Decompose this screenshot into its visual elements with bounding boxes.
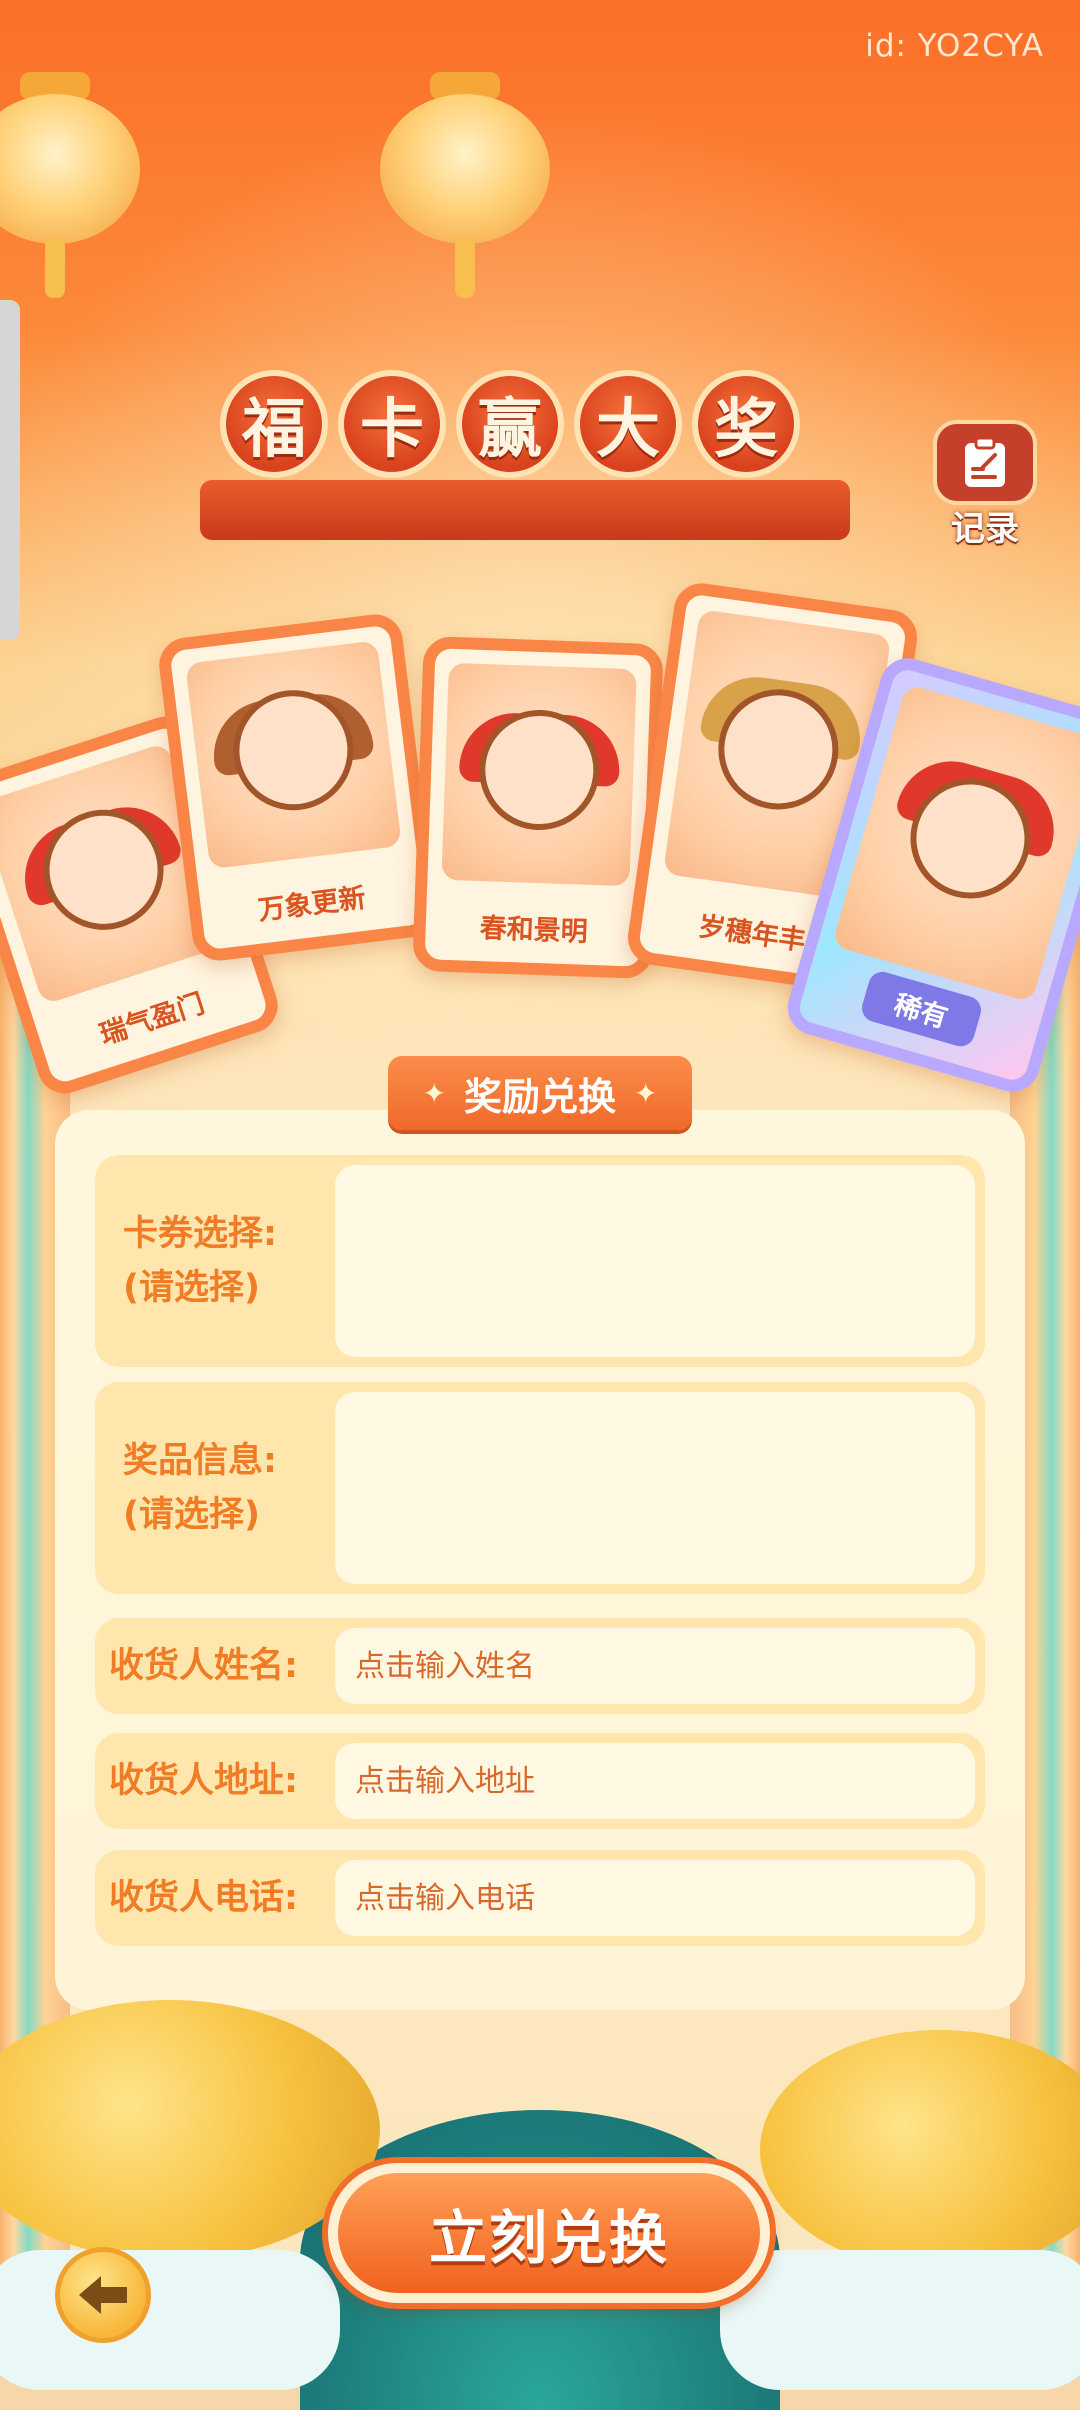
- back-arrow-icon: [79, 2276, 127, 2314]
- redeem-now-button[interactable]: 立刻兑换: [328, 2163, 770, 2303]
- card-name: 万象更新: [256, 882, 368, 927]
- address-row: 收货人地址:: [95, 1733, 985, 1829]
- title-char: 卡: [338, 370, 446, 478]
- prize-info-label: 奖品信息:: [123, 1441, 277, 1481]
- name-input[interactable]: [335, 1628, 975, 1704]
- card-select-hint: (请选择): [123, 1268, 260, 1308]
- lantern-decoration: [380, 72, 550, 298]
- cloud-decoration: [720, 2250, 1080, 2390]
- section-title-text: 奖励兑换: [463, 1074, 616, 1119]
- title-char: 奖: [692, 370, 800, 478]
- name-label: 收货人姓名:: [109, 1646, 298, 1686]
- lantern-decoration: [0, 72, 140, 298]
- record-button[interactable]: 记录: [930, 420, 1040, 550]
- title-ribbon: [200, 480, 850, 540]
- prize-info-field[interactable]: [335, 1392, 975, 1584]
- sparkle-icon: ✦: [422, 1076, 446, 1110]
- record-icon: [933, 420, 1037, 505]
- phone-row: 收货人电话:: [95, 1850, 985, 1946]
- phone-input[interactable]: [335, 1860, 975, 1936]
- user-id-label: id: YO2CYA: [865, 28, 1044, 64]
- cloud-decoration: [0, 2250, 340, 2390]
- fortune-card[interactable]: 万象更新: [156, 611, 439, 964]
- title-char: 福: [220, 370, 328, 478]
- title-char: 赢: [456, 370, 564, 478]
- title-char: 大: [574, 370, 682, 478]
- card-select-label: 卡券选择:: [123, 1214, 277, 1254]
- card-select-field[interactable]: [335, 1165, 975, 1357]
- page-title-banner: 福 卡 赢 大 奖: [160, 360, 890, 560]
- card-select-row: 卡券选择: (请选择): [95, 1155, 985, 1367]
- card-name: 春和景明: [479, 913, 589, 948]
- address-input[interactable]: [335, 1743, 975, 1819]
- name-row: 收货人姓名:: [95, 1618, 985, 1714]
- address-label: 收货人地址:: [109, 1761, 298, 1801]
- side-drawer-handle[interactable]: [0, 300, 20, 640]
- fortune-card[interactable]: 春和景明: [412, 635, 664, 980]
- sparkle-icon: ✦: [634, 1076, 658, 1110]
- prize-info-hint: (请选择): [123, 1495, 260, 1535]
- back-button[interactable]: [55, 2247, 151, 2343]
- record-label: 记录: [951, 509, 1019, 549]
- prize-info-row: 奖品信息: (请选择): [95, 1382, 985, 1594]
- section-title: ✦ 奖励兑换 ✦: [388, 1056, 692, 1130]
- phone-label: 收货人电话:: [109, 1878, 298, 1918]
